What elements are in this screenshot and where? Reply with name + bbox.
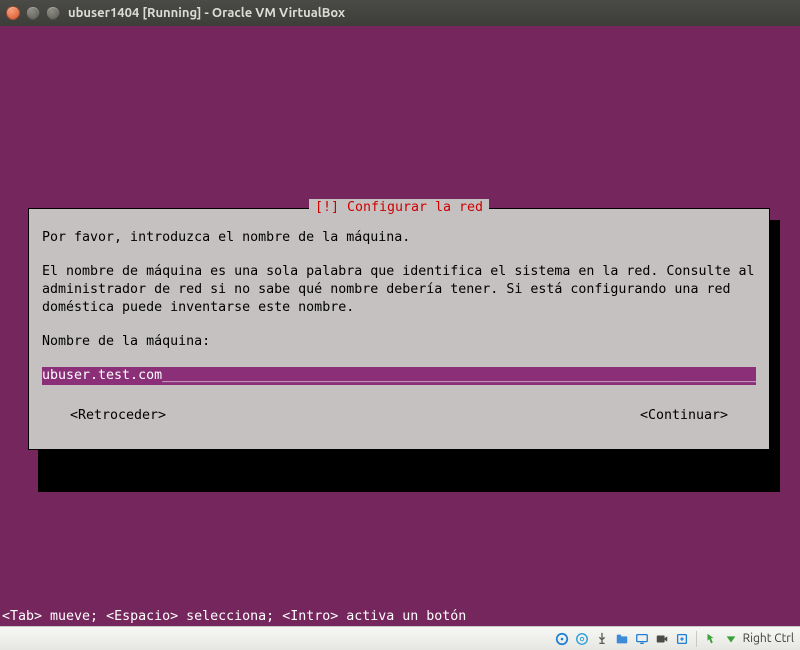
window-titlebar: ubuser1404 [Running] - Oracle VM Virtual… — [0, 0, 800, 26]
optical-disk-icon[interactable] — [574, 631, 590, 647]
field-label: Nombre de la máquina: — [42, 333, 756, 351]
vm-statusbar: Right Ctrl — [0, 626, 800, 650]
hostname-input-value: ubuser.test.com — [42, 367, 162, 385]
minimize-icon[interactable] — [26, 6, 40, 20]
guest-display[interactable]: [!] Configurar la red Por favor, introdu… — [0, 26, 800, 626]
keyboard-down-icon — [723, 631, 739, 647]
installer-help-line: <Tab> mueve; <Espacio> selecciona; <Intr… — [2, 609, 466, 624]
shared-folders-icon[interactable] — [614, 631, 630, 647]
back-button[interactable]: <Retroceder> — [70, 407, 166, 425]
dialog-title: [!] Configurar la red — [309, 199, 489, 217]
host-key-indicator[interactable]: Right Ctrl — [723, 631, 794, 647]
window-controls — [6, 6, 60, 20]
display-icon[interactable] — [634, 631, 650, 647]
usb-icon[interactable] — [594, 631, 610, 647]
hostname-input-fill: ________________________________________… — [162, 367, 756, 385]
network-config-dialog: [!] Configurar la red Por favor, introdu… — [28, 208, 770, 450]
guest-additions-icon[interactable] — [674, 631, 690, 647]
maximize-icon[interactable] — [46, 6, 60, 20]
harddisk-icon[interactable] — [554, 631, 570, 647]
window-title: ubuser1404 [Running] - Oracle VM Virtual… — [68, 6, 345, 20]
continue-button[interactable]: <Continuar> — [640, 407, 728, 425]
dialog-button-row: <Retroceder> <Continuar> — [42, 407, 756, 425]
close-icon[interactable] — [6, 6, 20, 20]
statusbar-separator — [696, 631, 697, 647]
dialog-explanation: El nombre de máquina es una sola palabra… — [42, 263, 756, 317]
hostname-input[interactable]: ubuser.test.com_________________________… — [42, 367, 756, 385]
video-capture-icon[interactable] — [654, 631, 670, 647]
host-key-label: Right Ctrl — [743, 632, 794, 645]
mouse-integration-icon[interactable] — [703, 631, 719, 647]
dialog-prompt: Por favor, introduzca el nombre de la má… — [42, 229, 756, 247]
